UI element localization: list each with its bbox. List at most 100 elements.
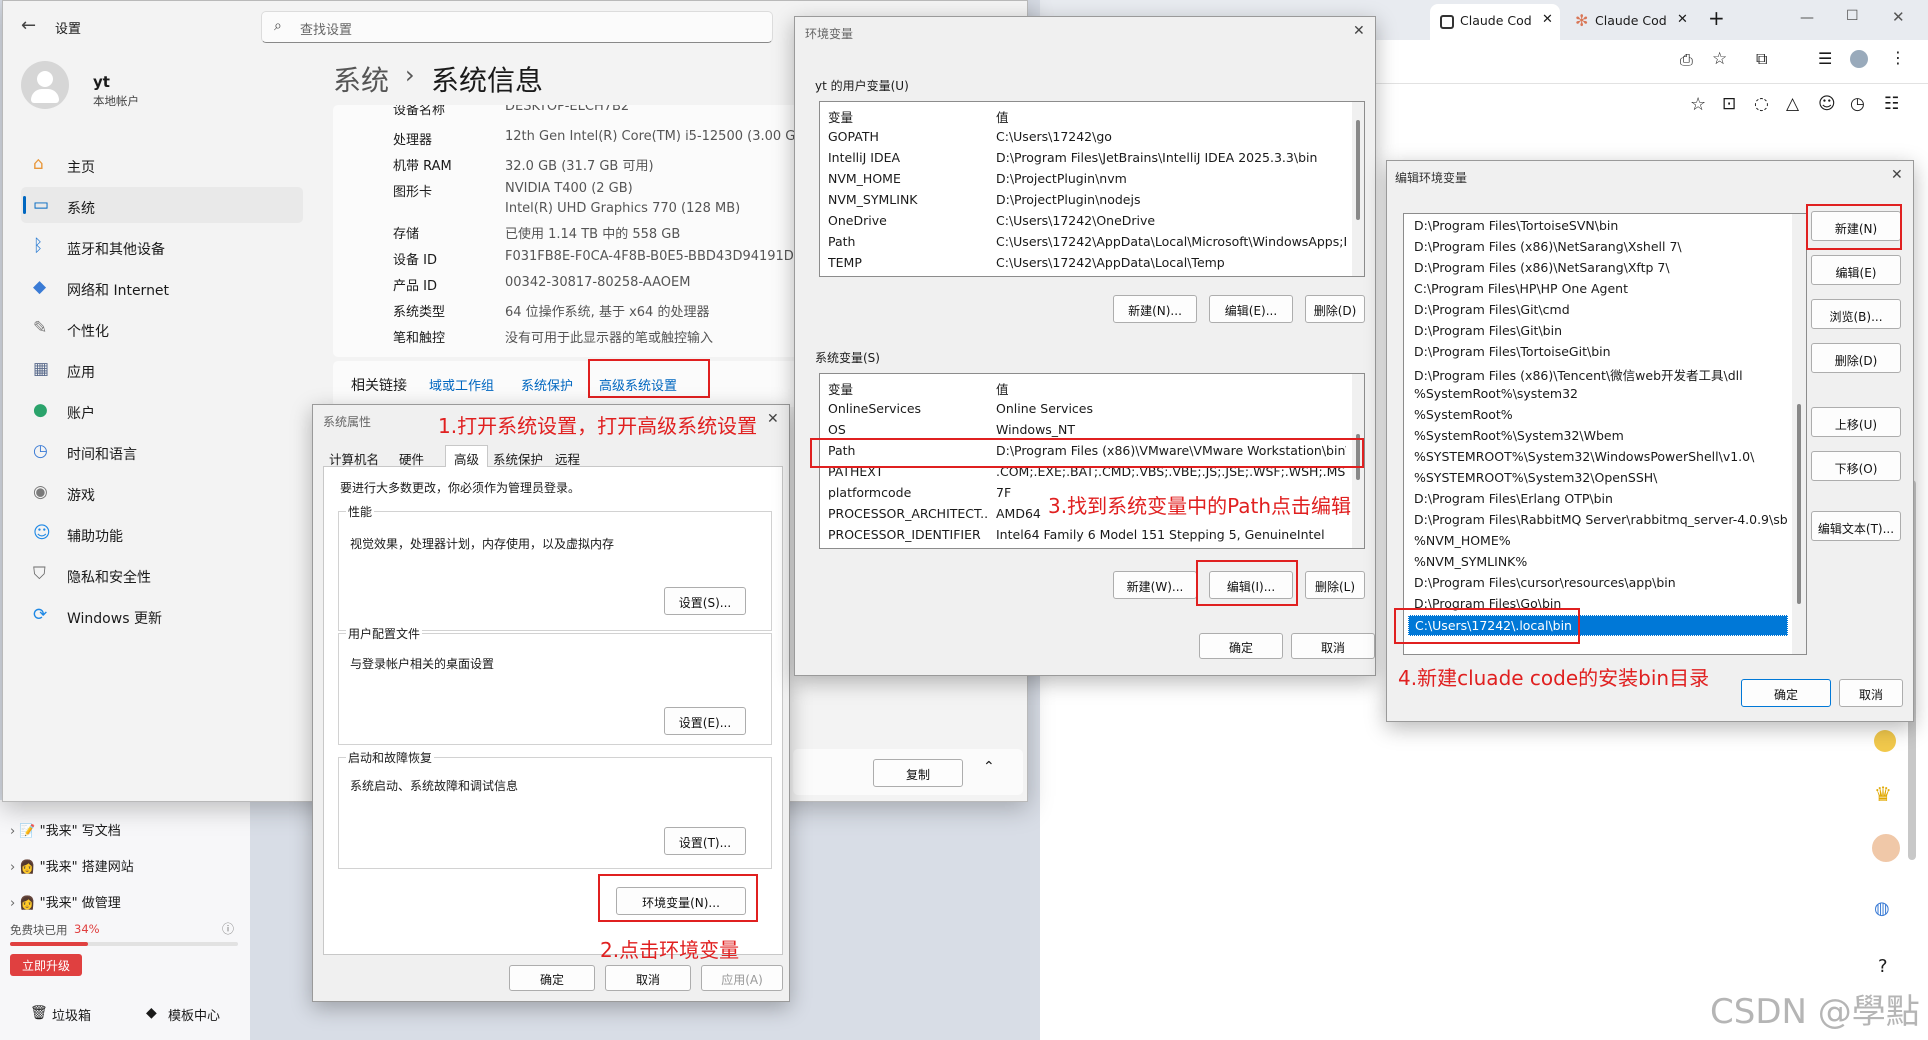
- scrollbar[interactable]: [1352, 102, 1364, 276]
- nav-item[interactable]: ◆ 网络和 Internet: [21, 272, 303, 306]
- path-entries-list[interactable]: D:\Program Files\TortoiseSVN\bin D:\Progr…: [1403, 213, 1807, 655]
- nav-item[interactable]: ⟳ Windows 更新: [21, 600, 303, 634]
- nav-item[interactable]: ⛉ 隐私和安全性: [21, 559, 303, 593]
- upgrade-button[interactable]: 立即升级: [10, 954, 82, 976]
- path-entry[interactable]: C:\Program Files\HP\HP One Agent: [1408, 279, 1788, 300]
- browse-button[interactable]: 浏览(B)...: [1811, 299, 1901, 329]
- tab-system-protection[interactable]: 系统保护: [493, 449, 543, 468]
- path-entry[interactable]: %SystemRoot%\system32: [1408, 384, 1788, 405]
- column-header-variable[interactable]: 变量: [828, 107, 853, 126]
- chat-icon[interactable]: ◌: [1754, 94, 1769, 114]
- close-icon[interactable]: ✕: [1677, 12, 1688, 27]
- template-icon[interactable]: ◆: [146, 1005, 157, 1021]
- nav-item[interactable]: ᛒ 蓝牙和其他设备: [21, 231, 303, 265]
- table-row[interactable]: OS Windows_NT: [820, 419, 1350, 440]
- environment-variables-button[interactable]: 环境变量(N)...: [616, 887, 746, 915]
- history-icon[interactable]: ◷: [1850, 94, 1865, 114]
- path-entry[interactable]: D:\Program Files\Go\bin: [1408, 594, 1788, 615]
- tab-computer-name[interactable]: 计算机名: [329, 449, 379, 468]
- screenshot-icon[interactable]: ⎙: [1680, 50, 1693, 70]
- startup-recovery-settings-button[interactable]: 设置(T)...: [664, 827, 746, 855]
- path-entry[interactable]: %SYSTEMROOT%\System32\OpenSSH\: [1408, 468, 1788, 489]
- nav-item[interactable]: ◷ 时间和语言: [21, 436, 303, 470]
- scrollbar[interactable]: [1352, 374, 1364, 548]
- menu-icon[interactable]: ☷: [1884, 94, 1899, 114]
- tab-remote[interactable]: 远程: [555, 449, 580, 468]
- path-entry[interactable]: D:\Program Files\TortoiseSVN\bin: [1408, 216, 1788, 237]
- path-entry[interactable]: %SystemRoot%: [1408, 405, 1788, 426]
- table-row[interactable]: NVM_SYMLINK D:\ProjectPlugin\nodejs: [820, 189, 1350, 210]
- extensions-icon[interactable]: ⧉: [1756, 49, 1767, 69]
- user-delete-button[interactable]: 删除(D): [1305, 295, 1365, 323]
- list-item[interactable]: › 👩 "我来" 搭建网站: [10, 856, 240, 880]
- tab-hardware[interactable]: 硬件: [399, 449, 424, 468]
- avatar[interactable]: [1870, 832, 1902, 864]
- close-icon[interactable]: ✕: [1891, 167, 1903, 183]
- list-item[interactable]: › 📝 "我来" 写文档: [10, 820, 240, 844]
- scrollbar[interactable]: [1792, 214, 1806, 654]
- path-entry[interactable]: %SystemRoot%\System32\Wbem: [1408, 426, 1788, 447]
- path-entry[interactable]: D:\Program Files\cursor\resources\app\bi…: [1408, 573, 1788, 594]
- move-down-button[interactable]: 下移(O): [1811, 451, 1901, 481]
- edit-text-button[interactable]: 编辑文本(T)...: [1811, 511, 1901, 541]
- path-entry[interactable]: %NVM_SYMLINK%: [1408, 552, 1788, 573]
- user-new-button[interactable]: 新建(N)...: [1113, 295, 1197, 323]
- cancel-button[interactable]: 取消: [1291, 633, 1375, 659]
- table-row[interactable]: IntelliJ IDEA D:\Program Files\JetBrains\…: [820, 147, 1350, 168]
- column-header-value[interactable]: 值: [996, 107, 1009, 126]
- nav-item[interactable]: ▭ 系统: [21, 190, 303, 224]
- table-row[interactable]: TEMP C:\Users\17242\AppData\Local\Temp: [820, 252, 1350, 273]
- table-row[interactable]: PROCESSOR_IDENTIFIER Intel64 Family 6 Mod…: [820, 524, 1350, 545]
- minimize-icon[interactable]: —: [1800, 10, 1814, 26]
- path-entry[interactable]: D:\Program Files\TortoiseGit\bin: [1408, 342, 1788, 363]
- path-entry[interactable]: D:\Program Files\Git\cmd: [1408, 300, 1788, 321]
- nav-item[interactable]: ◉ 游戏: [21, 477, 303, 511]
- scrollbar-thumb[interactable]: [1797, 404, 1801, 604]
- star-icon[interactable]: ☆: [1690, 94, 1706, 115]
- ok-button[interactable]: 确定: [1199, 633, 1283, 659]
- path-entry-selected[interactable]: C:\Users\17242\.local\bin: [1408, 615, 1788, 636]
- user-profiles-settings-button[interactable]: 设置(E)...: [664, 707, 746, 735]
- trophy-icon[interactable]: ♛: [1874, 782, 1892, 806]
- nav-item[interactable]: ✎ 个性化: [21, 313, 303, 347]
- favorites-icon[interactable]: ☰: [1818, 49, 1832, 68]
- table-row[interactable]: OnlineServices Online Services: [820, 398, 1350, 419]
- link-system-protection[interactable]: 系统保护: [521, 375, 573, 394]
- cancel-button[interactable]: 取消: [605, 965, 691, 991]
- delete-button[interactable]: 删除(D): [1811, 343, 1901, 373]
- link-domain-workgroup[interactable]: 域或工作组: [429, 375, 494, 394]
- close-icon[interactable]: ✕: [1353, 23, 1365, 39]
- path-entry[interactable]: D:\Program Files\Git\bin: [1408, 321, 1788, 342]
- share-icon[interactable]: △: [1786, 94, 1799, 114]
- table-row[interactable]: OneDrive C:\Users\17242\OneDrive: [820, 210, 1350, 231]
- ok-button[interactable]: 确定: [1741, 679, 1831, 707]
- path-entry[interactable]: D:\Program Files (x86)\NetSarang\Xshell …: [1408, 237, 1788, 258]
- table-row[interactable]: PATHEXT .COM;.EXE;.BAT;.CMD;.VBS;.VBE;.JS…: [820, 461, 1350, 482]
- path-entry[interactable]: %SYSTEMROOT%\System32\WindowsPowerShell\…: [1408, 447, 1788, 468]
- ok-button[interactable]: 确定: [509, 965, 595, 991]
- table-row[interactable]: Path D:\Program Files (x86)\VMware\VMware…: [820, 440, 1350, 461]
- column-header-variable[interactable]: 变量: [828, 379, 853, 398]
- star-icon[interactable]: ☆: [1712, 49, 1727, 69]
- table-row[interactable]: Path C:\Users\17242\AppData\Local\Microso…: [820, 231, 1350, 252]
- path-entry[interactable]: D:\Program Files\RabbitMQ Server\rabbitm…: [1408, 510, 1788, 531]
- back-arrow-icon[interactable]: ←: [21, 15, 36, 36]
- chevron-up-icon[interactable]: ⌃: [983, 759, 995, 775]
- table-row[interactable]: NVM_HOME D:\ProjectPlugin\nvm: [820, 168, 1350, 189]
- link-advanced-system-settings[interactable]: 高级系统设置: [599, 375, 677, 394]
- path-entry[interactable]: %NVM_HOME%: [1408, 531, 1788, 552]
- maximize-icon[interactable]: ☐: [1846, 8, 1859, 24]
- close-icon[interactable]: ✕: [1542, 12, 1553, 27]
- user-icon[interactable]: ☺: [1818, 94, 1836, 114]
- close-icon[interactable]: ✕: [767, 411, 779, 427]
- list-item[interactable]: › 👩 "我来" 做管理: [10, 892, 240, 916]
- user-variables-table[interactable]: 变量 值 GOPATH C:\Users\17242\go IntelliJ IDE…: [819, 101, 1365, 277]
- close-icon[interactable]: ✕: [1892, 8, 1905, 26]
- search-input[interactable]: ⌕ 查找设置: [261, 11, 773, 43]
- apply-button[interactable]: 应用(A): [701, 965, 783, 991]
- system-delete-button[interactable]: 删除(L): [1305, 571, 1365, 599]
- copy-button[interactable]: 复制: [873, 759, 963, 787]
- path-entry[interactable]: D:\Program Files (x86)\NetSarang\Xftp 7\: [1408, 258, 1788, 279]
- avatar[interactable]: [21, 61, 69, 109]
- nav-item[interactable]: ▦ 应用: [21, 354, 303, 388]
